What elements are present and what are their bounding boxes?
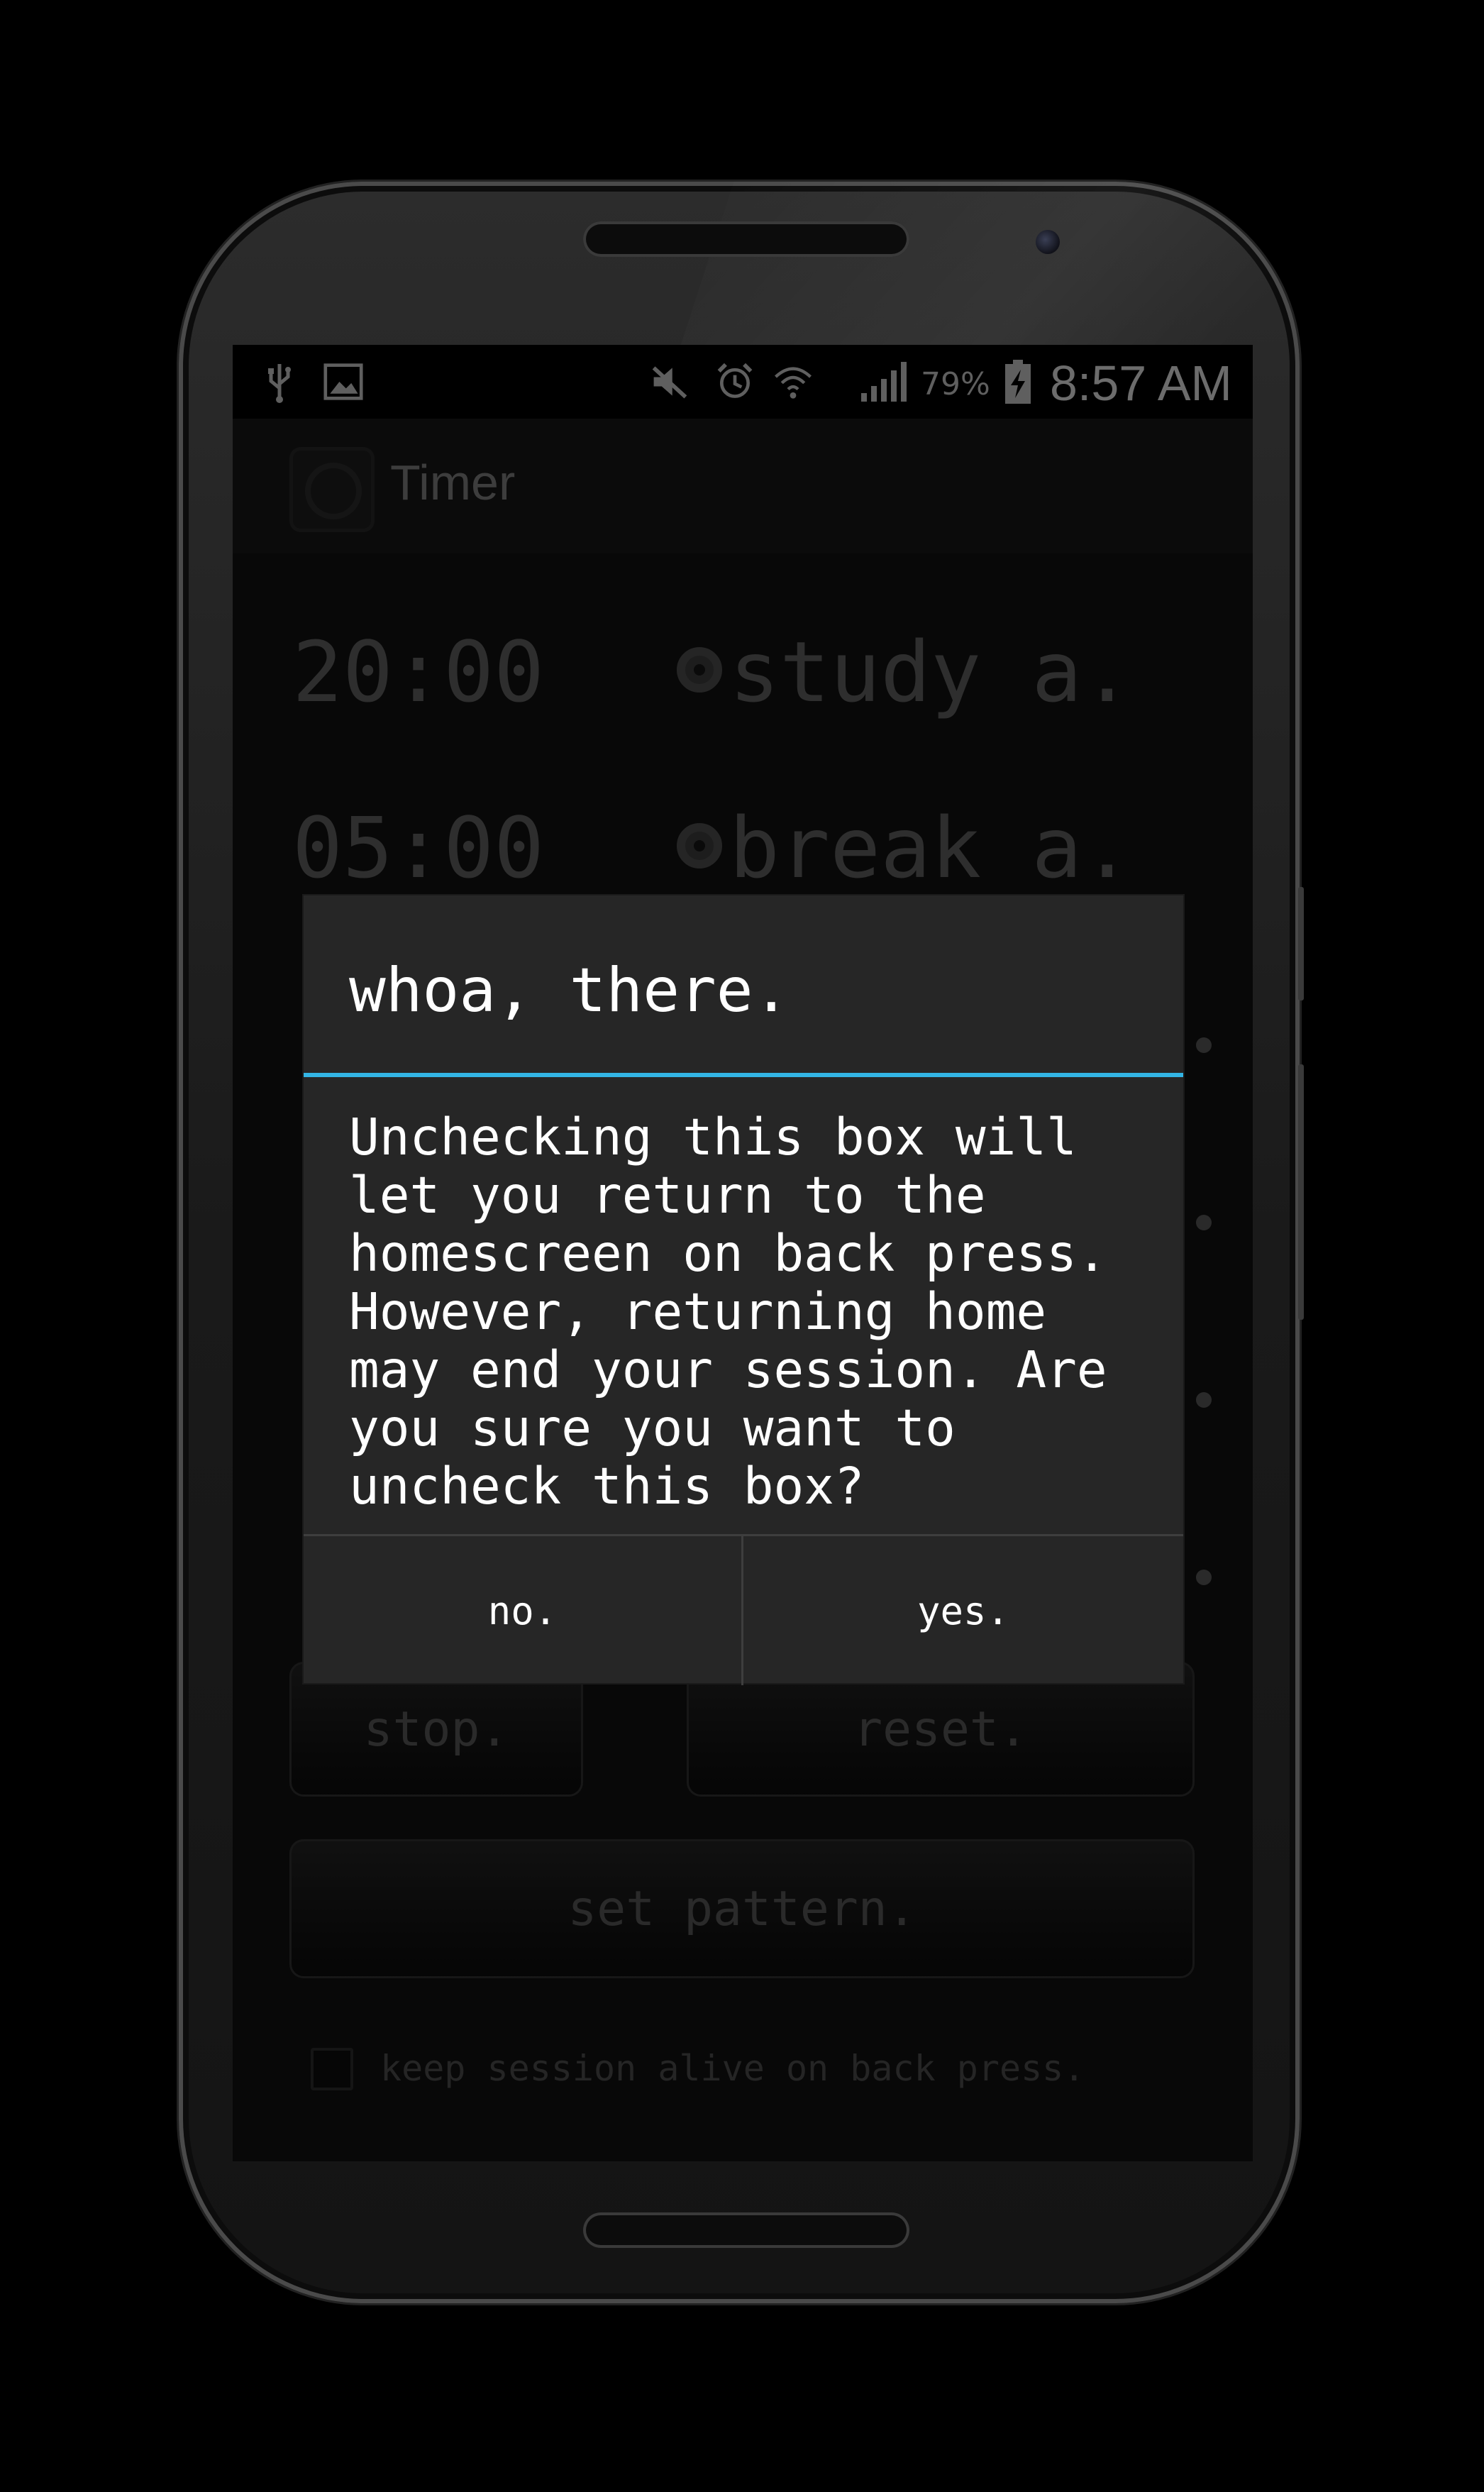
no-button[interactable]: no. <box>304 1536 743 1685</box>
confirm-dialog: whoa, there. Unchecking this box will le… <box>304 895 1183 1685</box>
dialog-title-divider <box>304 1073 1183 1077</box>
earpiece-speaker <box>583 221 909 257</box>
bottom-speaker <box>583 2212 909 2248</box>
yes-button[interactable]: yes. <box>743 1536 1183 1685</box>
dialog-message: Unchecking this box will let you return … <box>349 1108 1107 1516</box>
dialog-title: whoa, there. <box>349 955 790 1026</box>
front-camera <box>1036 230 1060 254</box>
power-button <box>1298 1064 1304 1320</box>
volume-button <box>1298 887 1304 1000</box>
dialog-button-bar: no. yes. <box>304 1534 1183 1685</box>
device-screen: 79% 8:57 AM Timer 20:00 study a. 05:00 b… <box>233 345 1253 2161</box>
